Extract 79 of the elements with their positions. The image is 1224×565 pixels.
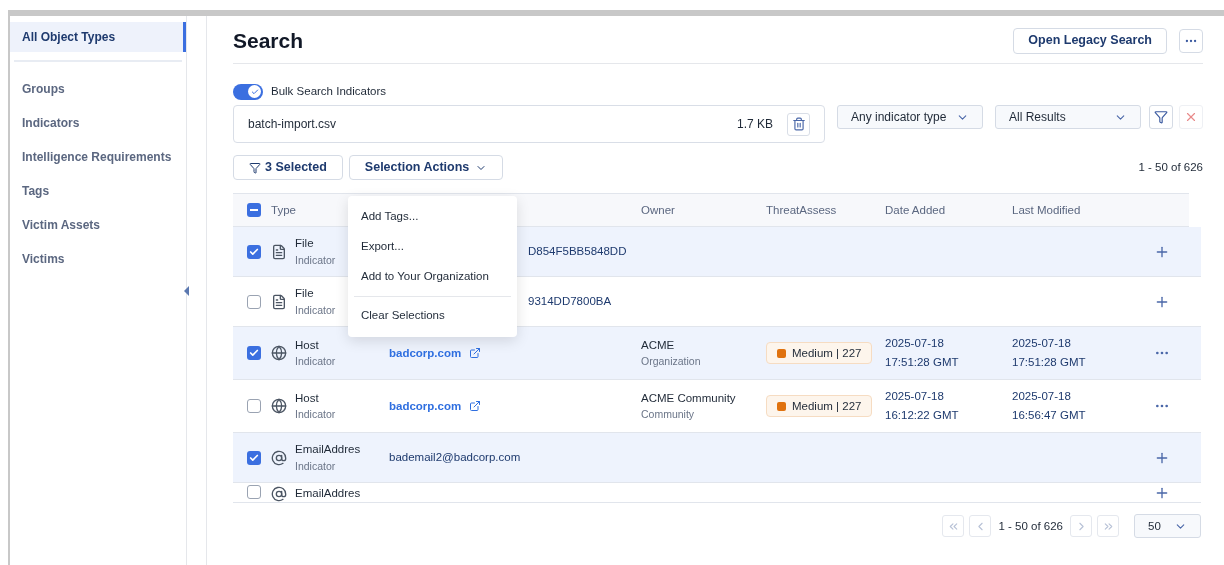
sidebar-item[interactable]: All Object Types	[10, 22, 186, 52]
file-field[interactable]: batch-import.csv 1.7 KB	[233, 105, 825, 144]
external-link-icon[interactable]	[469, 400, 482, 413]
table-row[interactable]: Host Indicator badcorp.com ACME Organization Medium | 227 2025-07-18 17:51:28 GMT 2025-07-18 17:51:28 GMT	[233, 327, 1201, 381]
checkbox[interactable]	[247, 450, 261, 465]
menu-item[interactable]: Export...	[348, 232, 517, 262]
selection-actions-button[interactable]: Selection Actions	[348, 155, 504, 181]
result-range: 1 - 50 of 626	[1138, 160, 1203, 176]
document-icon	[271, 293, 287, 310]
bulk-search-toggle[interactable]	[233, 83, 263, 100]
type-name: EmailAddres	[295, 442, 362, 458]
check-icon	[250, 87, 259, 96]
sidebar-item[interactable]: Victims	[10, 244, 186, 274]
checkbox[interactable]	[247, 485, 261, 500]
sidebar-item[interactable]: Groups	[10, 74, 186, 104]
filter-dropdown[interactable]: All Results	[995, 105, 1141, 130]
sidebar-item[interactable]: Indicators	[10, 108, 186, 138]
delete-button[interactable]	[787, 112, 810, 136]
date-added: 2025-07-18	[885, 336, 945, 352]
page-range: 1 - 50 of 626	[998, 518, 1063, 534]
type-category: Indicator	[295, 354, 337, 369]
column-header: Last Modified	[1012, 202, 1082, 218]
owner-type: Organization	[641, 354, 702, 369]
checkbox[interactable]	[247, 346, 261, 361]
file-name: batch-import.csv	[248, 116, 338, 134]
globe-icon	[271, 345, 287, 362]
indicator-link[interactable]: badcorp.com	[389, 344, 462, 362]
open-legacy-search-button[interactable]: Open Legacy Search	[1013, 27, 1167, 54]
type-category: Indicator	[295, 458, 337, 474]
threat-badge: Medium | 227	[766, 395, 873, 418]
checkbox[interactable]	[247, 399, 261, 414]
checkbox[interactable]	[247, 244, 261, 259]
type-name: File	[295, 286, 315, 302]
filter-icon	[1154, 110, 1168, 125]
last-modified: 17:51:28 GMT	[1012, 355, 1087, 371]
filter-icon	[249, 161, 261, 174]
last-modified: 16:56:47 GMT	[1012, 408, 1087, 424]
filter-dropdown[interactable]: Any indicator type	[837, 105, 983, 130]
date-added: 2025-07-18	[885, 389, 945, 405]
indicator-value: 9314DD7800BA	[528, 294, 612, 310]
selected-count-button[interactable]: 3 Selected	[233, 155, 343, 181]
globe-icon	[271, 398, 287, 415]
page-size-dropdown[interactable]: 50	[1134, 514, 1201, 539]
last-modified: 2025-07-18	[1012, 336, 1072, 352]
owner-name: ACME	[641, 337, 676, 353]
file-size: 1.7 KB	[736, 116, 773, 134]
column-header: Date Added	[885, 202, 947, 218]
owner-type: Community	[641, 407, 696, 422]
column-header: ThreatAssess	[766, 202, 838, 218]
external-link-icon[interactable]	[469, 347, 482, 360]
type-name: Host	[295, 337, 320, 353]
document-icon	[271, 243, 287, 260]
at-sign-icon	[271, 449, 287, 466]
checkbox[interactable]	[247, 294, 261, 309]
at-sign-icon	[271, 485, 287, 502]
date-added: 16:12:22 GMT	[885, 408, 960, 424]
toggle-label: Bulk Search Indicators	[271, 84, 387, 99]
last-modified: 2025-07-18	[1012, 389, 1072, 405]
indicator-value: bademail2@badcorp.com	[389, 450, 521, 466]
type-category: Indicator	[295, 252, 337, 268]
type-name: EmailAddres	[295, 486, 362, 502]
sidebar-item[interactable]: Victim Assets	[10, 210, 186, 240]
page-title: Search	[233, 27, 305, 54]
owner-name: ACME Community	[641, 390, 737, 406]
checkbox[interactable]	[247, 203, 261, 218]
indicator-value: D854F5BB5848DD	[528, 244, 627, 260]
sidebar-item[interactable]: Tags	[10, 176, 186, 206]
type-name: Host	[295, 390, 320, 406]
collapse-caret-icon[interactable]	[184, 285, 189, 296]
indicator-link[interactable]: badcorp.com	[389, 397, 462, 415]
trash-icon	[791, 117, 806, 132]
date-added: 17:51:28 GMT	[885, 355, 960, 371]
column-header: Owner	[641, 202, 676, 218]
threat-badge: Medium | 227	[766, 342, 873, 365]
table-row[interactable]: EmailAddres Indicator bademail2@badcorp.com	[233, 433, 1201, 484]
type-category: Indicator	[295, 407, 337, 422]
sidebar-item[interactable]: Intelligence Requirements	[10, 142, 186, 172]
clear-button[interactable]	[1179, 105, 1203, 130]
filter-button[interactable]	[1149, 105, 1173, 130]
